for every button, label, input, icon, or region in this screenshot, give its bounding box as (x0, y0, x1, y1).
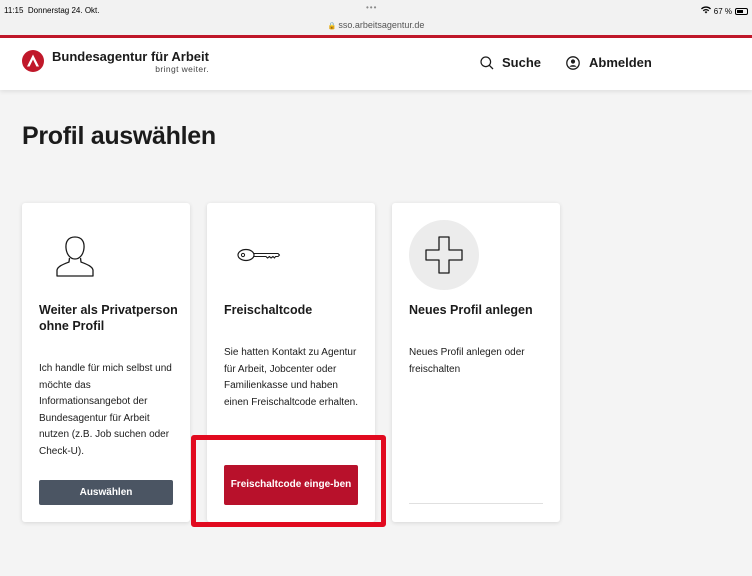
lock-icon: 🔒 (327, 23, 337, 30)
add-profile-circle (409, 220, 479, 290)
card-title: Freischaltcode (224, 303, 313, 317)
plus-icon (425, 236, 463, 274)
battery-percent: 67 % (713, 6, 732, 16)
user-circle-icon (566, 55, 580, 70)
card-description: Ich handle für mich selbst und möchte da… (39, 363, 172, 457)
status-time: 11:15 (4, 6, 24, 15)
card-description: Neues Profil anlegen oder freischalten (409, 347, 525, 375)
status-date: Donnerstag 24. Okt. (27, 6, 100, 15)
status-indicators: 67 % (700, 6, 748, 16)
card-title: Neues Profil anlegen (409, 303, 533, 317)
brand-slogan: bringt weiter. (155, 64, 209, 74)
battery-icon (735, 7, 748, 15)
logout-link[interactable]: Abmelden (566, 55, 652, 70)
select-button[interactable]: Auswählen (39, 480, 173, 505)
card-description: Sie hatten Kontakt zu Agentur für Arbeit… (224, 347, 358, 408)
search-link[interactable]: Suche (480, 55, 541, 70)
logout-label: Abmelden (589, 55, 652, 70)
brand-logo[interactable]: Bundesagentur für Arbeit bringt weiter. (22, 50, 209, 74)
key-icon (237, 248, 281, 262)
divider (409, 503, 543, 504)
wifi-icon (700, 6, 711, 16)
card-title: Weiter als Privatperson ohne Profil (39, 303, 178, 333)
card-private-person: Weiter als Privatperson ohne Profil Ich … (22, 203, 190, 522)
card-new-profile: Neues Profil anlegen Neues Profil anlege… (392, 203, 560, 522)
site-header: Bundesagentur für Arbeit bringt weiter. … (0, 38, 752, 90)
person-icon (56, 236, 94, 277)
address-bar[interactable]: 🔒 sso.arbeitsagentur.de (0, 20, 752, 30)
status-time-date: 11:15 Donnerstag 24. Okt. (4, 6, 99, 15)
status-bar: 11:15 Donnerstag 24. Okt. ••• 🔒 sso.arbei… (0, 0, 752, 36)
brand-name: Bundesagentur für Arbeit (52, 49, 209, 64)
address-url: sso.arbeitsagentur.de (338, 20, 425, 30)
search-label: Suche (502, 55, 542, 70)
highlight-box (191, 435, 386, 527)
ba-logo-icon (22, 50, 44, 72)
more-dots-icon[interactable]: ••• (366, 3, 377, 12)
search-icon (480, 55, 494, 69)
page-title: Profil auswählen (22, 122, 216, 150)
